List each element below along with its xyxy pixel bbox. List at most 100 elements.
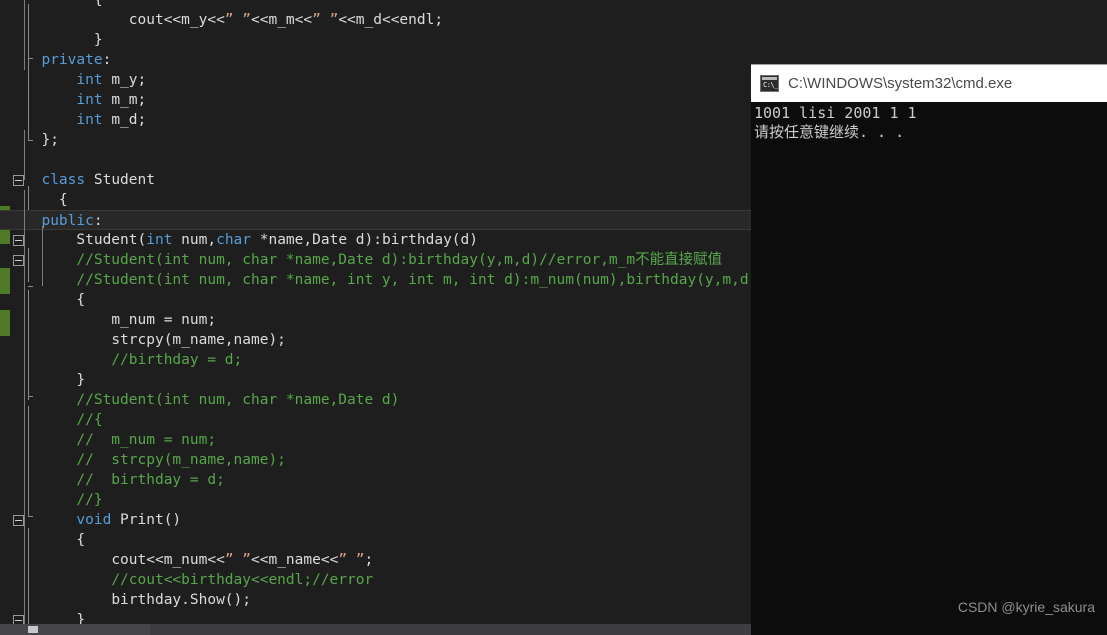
cmd-console-icon: C:\_ — [760, 75, 779, 92]
code-editor[interactable]: { cout<<m_y<<” ”<<m_m<<” ”<<m_d<<endl; }… — [0, 0, 751, 635]
code-line[interactable] — [0, 150, 751, 170]
code-line[interactable]: class Student — [0, 170, 751, 190]
code-token-plain: m_y; — [102, 72, 147, 88]
code-token-plain: m_m; — [102, 92, 147, 108]
code-token-cmt: //{ — [76, 412, 103, 428]
code-line[interactable]: //Student(int num, char *name, int y, in… — [0, 270, 751, 290]
code-line[interactable]: { — [0, 190, 751, 210]
code-line[interactable]: // m_num = num; — [0, 430, 751, 450]
code-line[interactable]: private: — [0, 50, 751, 70]
code-line[interactable]: int m_d; — [0, 110, 751, 130]
code-token-kw: class — [41, 172, 86, 188]
code-token-plain: { — [76, 532, 86, 548]
code-line[interactable]: int m_y; — [0, 70, 751, 90]
code-line[interactable]: strcpy(m_name,name); — [0, 330, 751, 350]
code-token-cmt: //} — [76, 492, 103, 508]
code-line[interactable]: void Print() — [0, 510, 751, 530]
code-line[interactable]: //{ — [0, 410, 751, 430]
indent-guide — [24, 190, 25, 630]
console-title-bar[interactable]: C:\_ C:\WINDOWS\system32\cmd.exe — [751, 64, 1107, 102]
code-line[interactable]: int m_m; — [0, 90, 751, 110]
code-token-cmt: // m_num = num; — [76, 432, 217, 448]
code-token-plain: cout<<m_num<< — [111, 552, 225, 568]
code-token-plain: } — [76, 372, 86, 388]
code-token-cmt: // birthday = d; — [76, 472, 225, 488]
indent-guide — [24, 0, 25, 70]
editor-code-surface[interactable]: { cout<<m_y<<” ”<<m_m<<” ”<<m_d<<endl; }… — [0, 0, 751, 630]
code-token-plain: cout<<m_y<< — [128, 12, 225, 28]
code-line[interactable]: m_num = num; — [0, 310, 751, 330]
code-token-kw: int — [146, 232, 173, 248]
code-line[interactable]: } — [0, 30, 751, 50]
console-output-line: 1001 lisi 2001 1 1 — [754, 104, 917, 122]
code-token-plain: Print() — [111, 512, 182, 528]
code-token-plain: { — [76, 292, 86, 308]
code-token-kw: void — [76, 512, 112, 528]
code-line[interactable]: public: — [0, 210, 751, 230]
indent-guide — [42, 226, 43, 286]
scrollbar-thumb[interactable] — [0, 624, 150, 635]
code-line[interactable]: cout<<m_num<<” ”<<m_name<<” ”; — [0, 550, 751, 570]
code-line[interactable]: //Student(int num, char *name,Date d) — [0, 390, 751, 410]
code-token-plain: m_d; — [102, 112, 147, 128]
code-token-plain: strcpy(m_name,name); — [111, 332, 286, 348]
code-token-cmt: //birthday = d; — [111, 352, 243, 368]
code-line[interactable]: birthday.Show(); — [0, 590, 751, 610]
console-output-area[interactable]: 1001 lisi 2001 1 1 请按任意键继续. . . — [751, 102, 1107, 635]
code-line[interactable]: //} — [0, 490, 751, 510]
code-line[interactable]: Student(int num,char *name,Date d):birth… — [0, 230, 751, 250]
code-line[interactable]: { — [0, 0, 751, 10]
code-token-str: ” ” — [224, 12, 251, 28]
watermark-text: CSDN @kyrie_sakura — [957, 599, 1095, 615]
code-token-plain: }; — [41, 132, 59, 148]
code-line[interactable]: cout<<m_y<<” ”<<m_m<<” ”<<m_d<<endl; — [0, 10, 751, 30]
editor-horizontal-scrollbar[interactable] — [0, 624, 751, 635]
code-line[interactable]: }; — [0, 130, 751, 150]
code-token-plain: m_num = num; — [111, 312, 217, 328]
code-line[interactable]: // strcpy(m_name,name); — [0, 450, 751, 470]
code-token-plain: *name,Date d):birthday(d) — [251, 232, 478, 248]
code-line[interactable]: } — [0, 370, 751, 390]
code-token-plain: } — [93, 32, 103, 48]
code-token-kw: int — [76, 112, 103, 128]
code-line[interactable]: { — [0, 290, 751, 310]
code-token-plain: Student — [85, 172, 155, 188]
code-line[interactable]: // birthday = d; — [0, 470, 751, 490]
console-title-text: C:\WINDOWS\system32\cmd.exe — [788, 75, 1013, 92]
cmd-console-window[interactable]: C:\_ C:\WINDOWS\system32\cmd.exe 1001 li… — [751, 64, 1107, 635]
code-token-cmt: // strcpy(m_name,name); — [76, 452, 286, 468]
code-line[interactable]: //Student(int num, char *name,Date d):bi… — [0, 250, 751, 270]
code-line[interactable]: //cout<<birthday<<endl;//error — [0, 570, 751, 590]
code-line[interactable]: //birthday = d; — [0, 350, 751, 370]
code-line[interactable]: { — [0, 530, 751, 550]
code-token-cmt: //Student(int num, char *name,Date d) — [76, 392, 400, 408]
code-token-cmt: //Student(int num, char *name,Date d):bi… — [76, 252, 723, 268]
code-token-plain: num, — [172, 232, 217, 248]
